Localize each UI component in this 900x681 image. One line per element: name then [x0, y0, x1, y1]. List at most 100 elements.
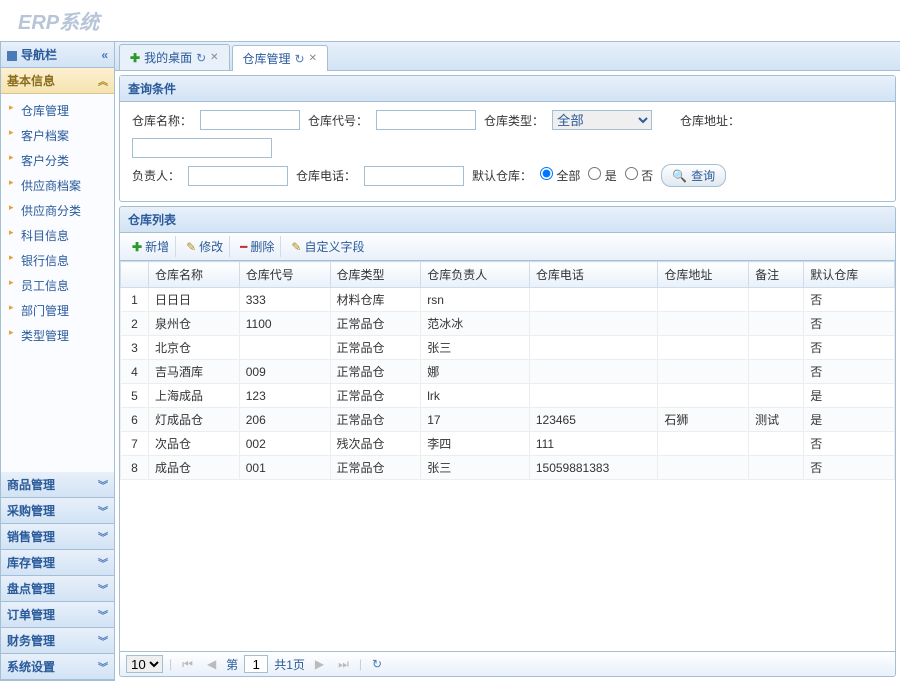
radio-no[interactable]: 否	[625, 167, 653, 184]
type-label: 仓库类型：	[484, 112, 544, 129]
nav-section-0[interactable]: 基本信息︽	[1, 68, 114, 94]
name-input[interactable]	[200, 110, 300, 130]
nav-section-2[interactable]: 采购管理︾	[1, 498, 114, 524]
tab-0[interactable]: ✚我的桌面 ↻✕	[119, 44, 230, 70]
chevron-down-icon: ︾	[98, 659, 108, 674]
col-header-7[interactable]: 备注	[749, 262, 804, 288]
nav-item-9[interactable]: 类型管理	[1, 323, 114, 348]
nav-item-6[interactable]: 银行信息	[1, 248, 114, 273]
col-header-0[interactable]	[121, 262, 149, 288]
table-row[interactable]: 6灯成品仓206正常品仓17123465石狮测试是	[121, 408, 895, 432]
edit-button[interactable]: ✎修改	[180, 236, 230, 257]
table-row[interactable]: 7次品仓002残次品仓李四111否	[121, 432, 895, 456]
delete-button[interactable]: ━删除	[234, 236, 281, 257]
phone-label: 仓库电话：	[296, 167, 356, 184]
col-header-6[interactable]: 仓库地址	[658, 262, 749, 288]
nav-item-4[interactable]: 供应商分类	[1, 198, 114, 223]
chevron-down-icon: ︾	[98, 555, 108, 570]
owner-label: 负责人：	[132, 167, 180, 184]
nav-item-8[interactable]: 部门管理	[1, 298, 114, 323]
owner-input[interactable]	[188, 166, 288, 186]
toolbar: ✚新增 ✎修改 ━删除 ✎自定义字段	[120, 233, 895, 261]
table-row[interactable]: 2泉州仓1100正常品仓范冰冰否	[121, 312, 895, 336]
edit-icon: ✎	[186, 240, 196, 254]
addr-input[interactable]	[132, 138, 272, 158]
code-label: 仓库代号：	[308, 112, 368, 129]
nav-section-1[interactable]: 商品管理︾	[1, 472, 114, 498]
close-icon[interactable]: ✕	[210, 52, 218, 63]
nav-section-8[interactable]: 系统设置︾	[1, 654, 114, 680]
refresh-button[interactable]: ↻	[368, 657, 386, 671]
col-header-4[interactable]: 仓库负责人	[421, 262, 530, 288]
prev-page-button[interactable]: ◀	[203, 657, 220, 671]
sidebar: 导航栏 « 基本信息︽ 仓库管理客户档案客户分类供应商档案供应商分类科目信息银行信…	[0, 41, 115, 681]
nav-item-3[interactable]: 供应商档案	[1, 173, 114, 198]
nav-section-3[interactable]: 销售管理︾	[1, 524, 114, 550]
nav-section-6[interactable]: 订单管理︾	[1, 602, 114, 628]
pager: 10 | ⏮ ◀ 第 共1页 ▶ ⏭ | ↻	[120, 651, 895, 676]
last-page-button[interactable]: ⏭	[334, 657, 353, 672]
code-input[interactable]	[376, 110, 476, 130]
next-page-button[interactable]: ▶	[311, 657, 328, 671]
type-select[interactable]: 全部	[552, 110, 652, 130]
nav-section-4[interactable]: 库存管理︾	[1, 550, 114, 576]
chevron-down-icon: ︾	[98, 607, 108, 622]
chevron-down-icon: ︾	[98, 581, 108, 596]
table-row[interactable]: 3北京仓正常品仓张三否	[121, 336, 895, 360]
refresh-icon[interactable]: ↻	[295, 52, 305, 66]
page-size-select[interactable]: 10	[126, 655, 163, 673]
menu-icon	[7, 51, 17, 61]
plus-icon: ✚	[130, 51, 140, 65]
nav-item-0[interactable]: 仓库管理	[1, 98, 114, 123]
page-input[interactable]	[244, 655, 268, 673]
col-header-1[interactable]: 仓库名称	[149, 262, 240, 288]
tab-1[interactable]: 仓库管理 ↻✕	[232, 45, 328, 71]
table-row[interactable]: 8成品仓001正常品仓张三15059881383否	[121, 456, 895, 480]
chevron-down-icon: ︾	[98, 477, 108, 492]
nav-item-1[interactable]: 客户档案	[1, 123, 114, 148]
nav-header: 导航栏 «	[1, 42, 114, 68]
search-button[interactable]: 🔍查询	[661, 164, 726, 187]
first-page-button[interactable]: ⏮	[178, 657, 197, 672]
data-grid: 仓库名称仓库代号仓库类型仓库负责人仓库电话仓库地址备注默认仓库 1日日日333材…	[120, 261, 895, 480]
col-header-2[interactable]: 仓库代号	[239, 262, 330, 288]
name-label: 仓库名称：	[132, 112, 192, 129]
nav-header-label: 导航栏	[21, 48, 57, 62]
nav-section-7[interactable]: 财务管理︾	[1, 628, 114, 654]
custom-fields-button[interactable]: ✎自定义字段	[285, 236, 370, 257]
col-header-5[interactable]: 仓库电话	[529, 262, 658, 288]
close-icon[interactable]: ✕	[309, 53, 317, 64]
radio-all[interactable]: 全部	[540, 167, 580, 184]
search-panel: 查询条件 仓库名称： 仓库代号： 仓库类型： 全部 仓库地址： 负责人： 仓库电…	[119, 75, 896, 202]
content-area: ✚我的桌面 ↻✕仓库管理 ↻✕ 查询条件 仓库名称： 仓库代号： 仓库类型： 全…	[115, 41, 900, 681]
list-panel: 仓库列表 ✚新增 ✎修改 ━删除 ✎自定义字段 仓库名称仓库代号仓库类型仓库负责…	[119, 206, 896, 677]
refresh-icon[interactable]: ↻	[196, 51, 206, 65]
search-panel-header: 查询条件	[120, 76, 895, 102]
addr-label: 仓库地址：	[680, 112, 740, 129]
add-button[interactable]: ✚新增	[126, 236, 176, 257]
nav-item-7[interactable]: 员工信息	[1, 273, 114, 298]
chevron-down-icon: ︾	[98, 529, 108, 544]
col-header-8[interactable]: 默认仓库	[804, 262, 895, 288]
chevron-down-icon: ︾	[98, 503, 108, 518]
tab-bar: ✚我的桌面 ↻✕仓库管理 ↻✕	[115, 42, 900, 71]
chevron-up-icon: ︽	[98, 73, 108, 88]
nav-item-5[interactable]: 科目信息	[1, 223, 114, 248]
table-row[interactable]: 1日日日333材料仓库rsn否	[121, 288, 895, 312]
table-row[interactable]: 5上海成品123正常品仓lrk是	[121, 384, 895, 408]
custom-icon: ✎	[291, 240, 301, 254]
page-label: 第	[226, 656, 238, 673]
nav-item-2[interactable]: 客户分类	[1, 148, 114, 173]
radio-yes[interactable]: 是	[588, 167, 616, 184]
add-icon: ✚	[132, 240, 142, 254]
chevron-down-icon: ︾	[98, 633, 108, 648]
col-header-3[interactable]: 仓库类型	[330, 262, 421, 288]
table-row[interactable]: 4吉马酒库009正常品仓娜否	[121, 360, 895, 384]
nav-section-5[interactable]: 盘点管理︾	[1, 576, 114, 602]
total-pages-label: 共1页	[274, 656, 305, 673]
search-icon: 🔍	[672, 169, 687, 183]
collapse-icon[interactable]: «	[101, 48, 108, 62]
list-panel-header: 仓库列表	[120, 207, 895, 233]
phone-input[interactable]	[364, 166, 464, 186]
delete-icon: ━	[240, 240, 247, 254]
